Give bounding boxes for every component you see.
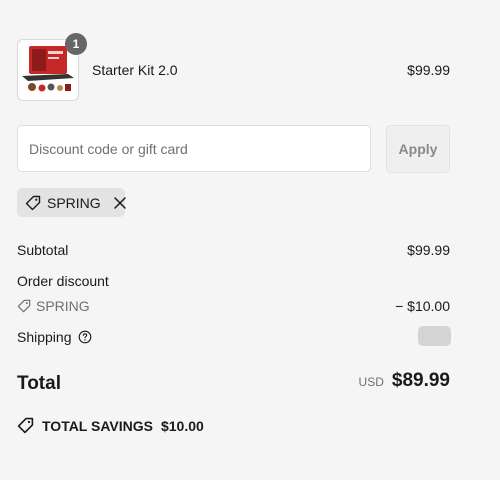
shipping-row: Shipping [17, 326, 451, 346]
subtotal-label: Subtotal [17, 242, 69, 258]
total-row: Total USD $89.99 [17, 370, 451, 396]
discount-code-row: SPRING − $10.00 [17, 298, 451, 314]
product-price: $99.99 [407, 62, 450, 78]
applied-discount-code: SPRING [47, 194, 101, 211]
discount-amount: − $10.00 [395, 298, 450, 314]
order-discount-label: Order discount [17, 273, 109, 289]
total-savings-row: TOTAL SAVINGS $10.00 [17, 417, 204, 434]
question-circle-icon[interactable] [78, 330, 92, 344]
discount-code-input[interactable] [17, 125, 371, 172]
total-label: Total [17, 373, 61, 394]
shipping-value-placeholder [418, 326, 451, 346]
product-name: Starter Kit 2.0 [92, 62, 178, 78]
apply-discount-button[interactable]: Apply [386, 125, 450, 173]
tag-icon [17, 417, 34, 434]
cart-line-item: 1 Starter Kit 2.0 $99.99 [17, 33, 451, 101]
currency-code: USD [358, 375, 384, 389]
total-savings-amount: $10.00 [160, 417, 204, 434]
total-savings-label: TOTAL SAVINGS [42, 417, 153, 434]
applied-discount-chip: SPRING [17, 188, 127, 217]
product-thumbnail: 1 [17, 33, 87, 101]
tag-icon [25, 195, 41, 211]
order-discount-row: Order discount [17, 273, 451, 289]
quantity-badge: 1 [65, 33, 87, 55]
subtotal-value: $99.99 [407, 242, 450, 258]
close-icon[interactable] [113, 196, 127, 210]
tag-icon [17, 299, 31, 313]
subtotal-row: Subtotal $99.99 [17, 242, 451, 258]
shipping-label: Shipping [17, 329, 72, 345]
total-amount: $89.99 [391, 370, 450, 391]
discount-code-name: SPRING [36, 298, 90, 314]
